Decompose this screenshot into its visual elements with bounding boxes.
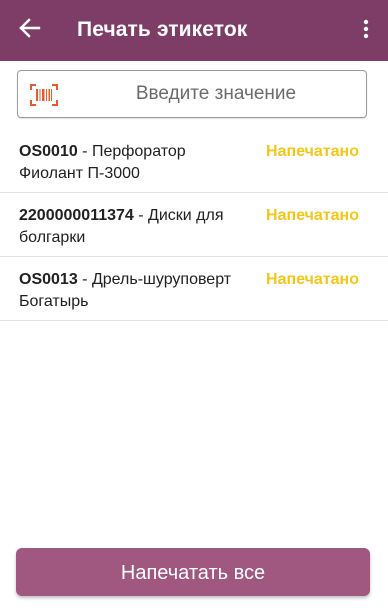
status-badge: Напечатано — [266, 143, 359, 160]
status-badge: Напечатано — [266, 207, 359, 224]
item-text: OS0013 - Дрель-шуруповерт Богатырь — [19, 269, 251, 313]
status-badge: Напечатано — [266, 271, 359, 288]
list-item[interactable]: 2200000011374 - Диски для болгарки Напеч… — [0, 193, 388, 257]
back-button[interactable] — [14, 13, 46, 47]
list-item[interactable]: OS0010 - Перфоратор Фиолант П-3000 Напеч… — [0, 129, 388, 193]
item-text: OS0010 - Перфоратор Фиолант П-3000 — [19, 141, 251, 185]
search-input[interactable] — [78, 71, 354, 117]
item-code: OS0013 — [19, 271, 78, 288]
list-item[interactable]: OS0013 - Дрель-шуруповерт Богатырь Напеч… — [0, 257, 388, 321]
item-code: 2200000011374 — [19, 207, 134, 224]
print-all-button[interactable]: Напечатать все — [16, 548, 370, 596]
item-code: OS0010 — [19, 143, 78, 160]
barcode-scan-icon[interactable] — [30, 84, 58, 106]
arrow-left-icon — [19, 17, 41, 43]
more-vert-icon — [363, 19, 369, 44]
label-list: OS0010 - Перфоратор Фиолант П-3000 Напеч… — [0, 129, 388, 321]
page-title: Печать этикеток — [77, 18, 248, 41]
more-menu-button[interactable] — [360, 17, 372, 45]
search-field[interactable] — [17, 70, 367, 118]
item-text: 2200000011374 - Диски для болгарки — [19, 205, 251, 249]
app-bar: Печать этикеток — [0, 0, 388, 61]
